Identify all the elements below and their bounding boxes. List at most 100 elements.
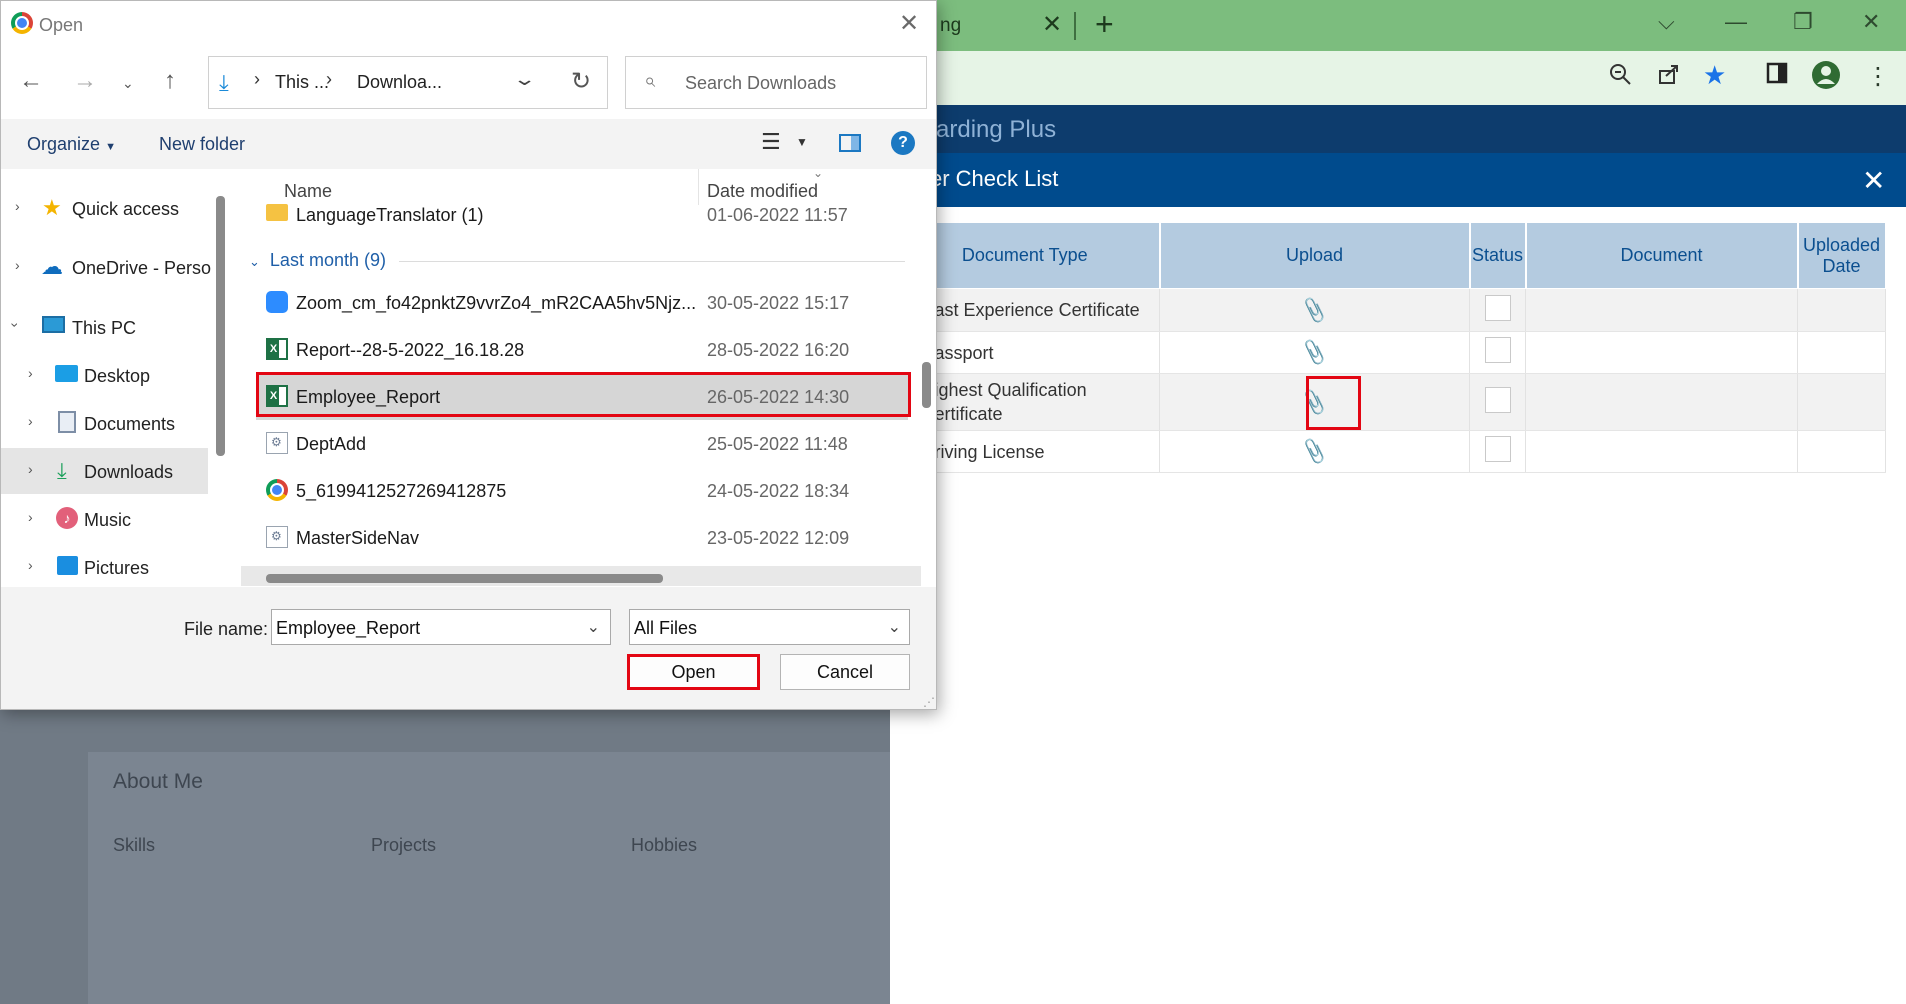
bookmark-star-icon[interactable]: ★ <box>1703 60 1726 91</box>
file-date: 24-05-2022 18:34 <box>707 481 850 501</box>
tab-search-chevron-icon[interactable]: ⌵ <box>1658 9 1675 35</box>
view-options-icon[interactable]: ☰ <box>761 129 781 155</box>
upload-attachment-icon[interactable]: 📎 <box>1299 295 1330 326</box>
group-header-last-month[interactable]: ⌄ Last month (9) <box>249 250 386 271</box>
cancel-button[interactable]: Cancel <box>780 654 910 690</box>
about-link-projects[interactable]: Projects <box>371 835 436 856</box>
preview-pane-icon[interactable] <box>839 134 861 152</box>
address-history-dropdown-icon[interactable]: ⌄ <box>512 69 536 90</box>
download-location-icon: ⤓ <box>219 70 229 95</box>
window-close-icon[interactable]: ✕ <box>1862 9 1880 35</box>
nav-item-this-pc[interactable]: › This PC <box>1 304 208 350</box>
music-icon: ♪ <box>56 507 78 529</box>
expand-chevron-icon[interactable]: › <box>28 413 33 429</box>
refresh-icon[interactable]: ↻ <box>571 67 591 96</box>
restore-icon[interactable]: ❐ <box>1793 9 1813 35</box>
dialog-title: Open <box>39 15 84 35</box>
about-link-hobbies[interactable]: Hobbies <box>631 835 697 856</box>
about-link-skills[interactable]: Skills <box>113 835 155 856</box>
open-button[interactable]: Open <box>627 654 760 690</box>
document-cell <box>1525 288 1798 332</box>
resize-grip-icon[interactable]: ⋰ <box>923 695 935 709</box>
config-file-icon <box>266 432 288 454</box>
file-type-value: All Files <box>634 618 698 638</box>
nav-item-quick-access[interactable]: › ★ Quick access <box>1 185 208 231</box>
search-placeholder: Search Downloads <box>685 73 837 93</box>
table-row: assport 📎 <box>890 331 1886 374</box>
up-arrow-icon[interactable]: ↑ <box>164 67 176 95</box>
help-icon[interactable]: ? <box>891 131 915 155</box>
zoom-icon <box>266 291 288 313</box>
expand-chevron-icon[interactable]: › <box>28 509 33 525</box>
nav-item-pictures[interactable]: › Pictures <box>1 544 208 590</box>
file-list-horizontal-scrollbar[interactable] <box>266 574 663 583</box>
file-row[interactable]: Report--28-5-2022_16.18.28 28-05-2022 16… <box>256 326 908 373</box>
dialog-close-icon[interactable]: ✕ <box>899 9 919 38</box>
upload-attachment-icon[interactable]: 📎 <box>1299 436 1330 467</box>
file-name-dropdown-icon[interactable]: ⌄ <box>587 617 600 637</box>
breadcrumb-downloads[interactable]: Downloa... <box>357 72 442 93</box>
status-checkbox[interactable] <box>1484 436 1511 462</box>
new-tab-icon[interactable]: + <box>1095 6 1114 43</box>
expand-chevron-icon[interactable]: › <box>15 198 20 214</box>
recent-locations-chevron-icon[interactable]: ⌄ <box>122 75 134 92</box>
nav-item-documents[interactable]: › Documents <box>1 400 208 446</box>
nav-label: OneDrive - Perso <box>72 258 212 278</box>
status-checkbox[interactable] <box>1484 337 1511 363</box>
breadcrumb-this-pc[interactable]: This ... <box>275 72 329 93</box>
breadcrumb-chevron-icon[interactable]: › <box>254 69 260 90</box>
zoom-magnifier-icon[interactable] <box>1608 62 1632 93</box>
browser-menu-icon[interactable]: ⋮ <box>1866 62 1890 91</box>
expand-chevron-icon[interactable]: › <box>28 461 33 477</box>
nav-label: Pictures <box>84 558 150 578</box>
organize-menu[interactable]: Organize ▼ <box>27 134 116 155</box>
file-row[interactable]: DeptAdd 25-05-2022 11:48 <box>256 420 908 467</box>
search-box[interactable]: ⌕ Search Downloads <box>625 56 927 109</box>
nav-item-downloads[interactable]: › ⤓ Downloads <box>1 448 208 494</box>
table-row: ast Experience Certificate 📎 <box>890 288 1886 332</box>
expand-chevron-icon[interactable]: › <box>28 365 33 381</box>
document-cell <box>1525 331 1798 374</box>
expand-chevron-icon[interactable]: › <box>28 557 33 573</box>
tab-title[interactable]: ng <box>940 15 961 37</box>
side-panel-icon[interactable] <box>1766 62 1788 91</box>
back-arrow-icon[interactable]: ← <box>19 67 43 95</box>
about-title: About Me <box>113 770 203 793</box>
forward-arrow-icon[interactable]: → <box>73 67 97 95</box>
upload-attachment-icon[interactable]: 📎 <box>1299 337 1330 368</box>
status-checkbox[interactable] <box>1484 294 1511 321</box>
status-checkbox[interactable] <box>1484 386 1511 413</box>
uploaded-date-cell <box>1797 430 1886 473</box>
breadcrumb-chevron-icon[interactable]: › <box>326 69 332 90</box>
file-row[interactable]: MasterSideNav 23-05-2022 12:09 <box>256 514 908 561</box>
nav-label: Documents <box>84 414 176 434</box>
desktop-icon <box>55 365 78 382</box>
tab-close-icon[interactable]: ✕ <box>1042 10 1062 39</box>
profile-avatar-icon[interactable] <box>1811 60 1841 97</box>
file-row[interactable]: LanguageTranslator (1) 01-06-2022 11:57 <box>256 195 908 235</box>
file-type-dropdown-icon[interactable]: ⌄ <box>888 617 901 637</box>
nav-item-music[interactable]: › ♪ Music <box>1 496 208 542</box>
file-type-select[interactable]: All Files ⌄ <box>629 609 910 645</box>
modal-close-icon[interactable]: ✕ <box>1862 164 1885 197</box>
new-folder-button[interactable]: New folder <box>159 134 245 155</box>
minimize-icon[interactable]: — <box>1725 9 1747 35</box>
nav-item-desktop[interactable]: › Desktop <box>1 352 208 398</box>
expand-chevron-icon[interactable]: › <box>15 257 20 273</box>
view-options-caret-icon[interactable]: ▼ <box>796 135 808 149</box>
nav-item-onedrive[interactable]: › ☁ OneDrive - Perso <box>1 244 212 290</box>
about-section <box>88 752 890 1004</box>
share-icon[interactable] <box>1657 62 1681 93</box>
file-name-input[interactable]: Employee_Report ⌄ <box>271 609 611 645</box>
address-bar[interactable]: ⤓ › This ... › Downloa... ⌄ ↻ <box>208 56 608 109</box>
highlight-selected-file-box <box>256 372 911 417</box>
file-list-vertical-scrollbar[interactable] <box>922 362 931 408</box>
dialog-footer <box>1 587 936 709</box>
sort-caret-icon: ⌄ <box>813 166 824 180</box>
collapse-chevron-icon[interactable]: › <box>7 323 23 328</box>
star-icon: ★ <box>42 195 62 220</box>
nav-pane-scrollbar[interactable] <box>216 196 225 456</box>
file-row[interactable]: Zoom_cm_fo42pnktZ9vvrZo4_mR2CAA5hv5Njz..… <box>256 279 908 326</box>
file-row[interactable]: 5_6199412527269412875 24-05-2022 18:34 <box>256 467 908 514</box>
open-file-dialog: Open ✕ ← → ⌄ ↑ ⤓ › This ... › Downloa...… <box>0 0 937 710</box>
